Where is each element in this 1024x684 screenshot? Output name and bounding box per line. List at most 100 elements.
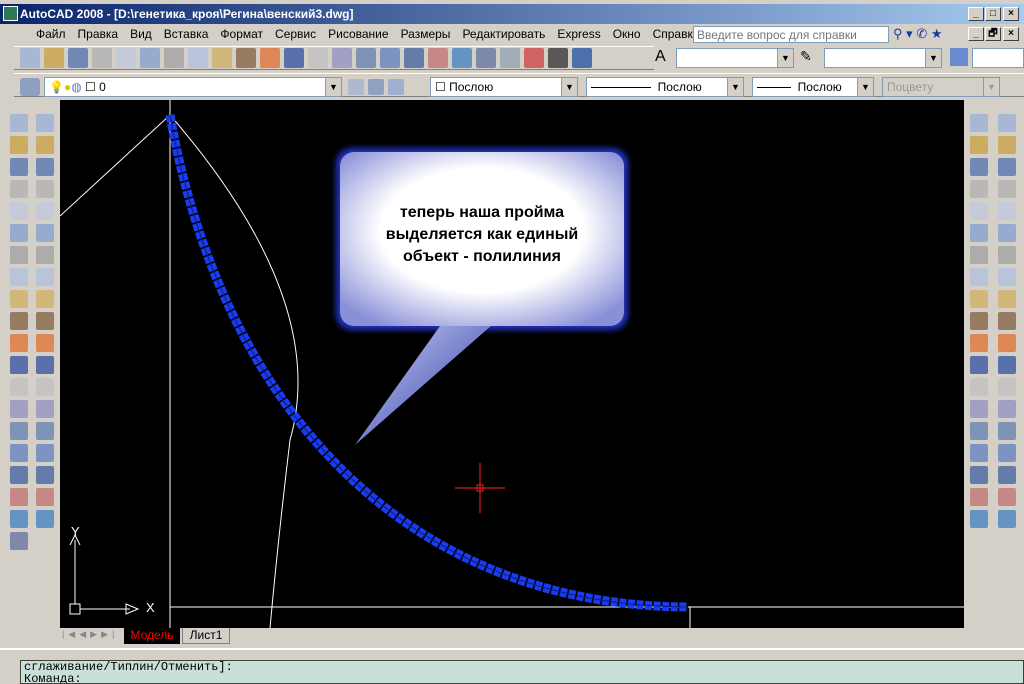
circle-icon[interactable] [36,246,54,264]
quick-dim-icon[interactable] [970,290,988,308]
color-combo[interactable]: ☐ Послою ▼ [430,77,578,97]
chevron-down-icon[interactable]: ▼ [325,78,341,96]
dim-style-combo[interactable]: ▼ [824,48,942,68]
light-bulb-icon[interactable]: 💡 [49,80,64,94]
linear-dim-icon[interactable] [970,114,988,132]
stretch-icon[interactable] [10,290,28,308]
diameter-icon[interactable] [970,246,988,264]
mtext-icon[interactable] [36,510,54,528]
ordinate-icon[interactable] [970,180,988,198]
region-icon[interactable] [998,466,1016,484]
preview-icon[interactable] [116,48,136,68]
text-style-combo[interactable]: ▼ [676,48,794,68]
point-icon[interactable] [998,400,1016,418]
line-icon[interactable] [36,114,54,132]
menu-item[interactable]: Окно [607,27,647,41]
hatch-icon[interactable] [998,422,1016,440]
explode-icon[interactable] [10,466,28,484]
menu-item[interactable]: Сервис [269,27,322,41]
baseline-icon[interactable] [970,312,988,330]
chevron-down-icon[interactable]: ▼ [727,78,743,96]
drawing-canvas[interactable]: теперь наша пройма выделяется как единый… [59,100,964,629]
gradient-icon[interactable] [998,444,1016,462]
markup-icon[interactable] [524,48,544,68]
polyline-icon[interactable] [36,158,54,176]
ellipse-icon[interactable] [36,312,54,330]
region-icon[interactable] [36,466,54,484]
dimtext-icon[interactable] [970,422,988,440]
jogged-icon[interactable] [970,224,988,242]
pline-join-icon[interactable] [10,510,28,528]
rectangle-icon[interactable] [998,202,1016,220]
revision-cloud-icon[interactable] [36,268,54,286]
menu-item[interactable]: Рисование [322,27,394,41]
hatch-icon[interactable] [36,422,54,440]
minimize-button[interactable]: _ [968,7,984,21]
aligned-dim-icon[interactable] [970,136,988,154]
maximize-button[interactable]: □ [985,7,1001,21]
help-search-input[interactable] [693,26,889,43]
layer-manager-icon[interactable] [20,78,40,96]
paste-icon[interactable] [212,48,232,68]
array-icon[interactable] [10,202,28,220]
menu-item[interactable]: Express [551,27,606,41]
make-block-icon[interactable] [36,378,54,396]
zoom-window-icon[interactable] [380,48,400,68]
save-icon[interactable] [68,48,88,68]
explode2-icon[interactable] [10,532,28,550]
dim-update-icon[interactable] [970,488,988,506]
publish-icon[interactable] [140,48,160,68]
make-block-icon[interactable] [998,378,1016,396]
tab-model[interactable]: Модель [124,628,180,644]
table-icon[interactable] [998,488,1016,506]
point-icon[interactable] [36,400,54,418]
arc-icon[interactable] [36,224,54,242]
block-editor-icon[interactable] [260,48,280,68]
print-icon[interactable] [92,48,112,68]
construction-line-icon[interactable] [36,136,54,154]
text-style-icon[interactable]: A [655,48,675,68]
dim-override-icon[interactable] [970,510,988,528]
copy-icon[interactable] [188,48,208,68]
arc-icon[interactable] [998,224,1016,242]
spline-icon[interactable] [998,290,1016,308]
menu-item[interactable]: Размеры [395,27,457,41]
tool-palettes-icon[interactable] [476,48,496,68]
pan-icon[interactable] [332,48,352,68]
help-icon[interactable] [572,48,592,68]
lock-icon[interactable]: ◍ [71,80,81,94]
trim-icon[interactable] [10,312,28,330]
table-style-icon[interactable] [950,48,968,66]
polygon-icon[interactable] [36,180,54,198]
offset-icon[interactable] [10,180,28,198]
polyline-icon[interactable] [998,158,1016,176]
open-icon[interactable] [44,48,64,68]
table-style-combo[interactable] [972,48,1024,68]
redo-icon[interactable] [308,48,328,68]
menu-item[interactable]: Файл [30,27,72,41]
ellipse-icon[interactable] [998,312,1016,330]
chevron-down-icon[interactable]: ▼ [561,78,577,96]
extend-icon[interactable] [10,334,28,352]
break-at-point-icon[interactable] [10,356,28,374]
break-icon[interactable] [10,378,28,396]
mtext-icon[interactable] [998,510,1016,528]
dim-style-icon[interactable]: ✎ [800,48,820,68]
autocad-app-icon[interactable] [3,6,18,21]
continue-icon[interactable] [970,334,988,352]
polygon-icon[interactable] [998,180,1016,198]
scale-icon[interactable] [10,268,28,286]
favorites-star-icon[interactable]: ★ [931,26,943,41]
menu-item[interactable]: Вид [124,27,158,41]
layer-previous-icon[interactable] [368,79,384,95]
angular-icon[interactable] [970,268,988,286]
center-mark-icon[interactable] [970,378,988,396]
construction-line-icon[interactable] [998,136,1016,154]
linetype-combo[interactable]: Послою ▼ [586,77,744,97]
chevron-down-icon[interactable]: ▼ [777,49,793,67]
circle-icon[interactable] [998,246,1016,264]
ellipse-arc-icon[interactable] [998,334,1016,352]
zoom-previous-icon[interactable] [404,48,424,68]
close-button[interactable]: × [1003,7,1019,21]
spline-icon[interactable] [36,290,54,308]
